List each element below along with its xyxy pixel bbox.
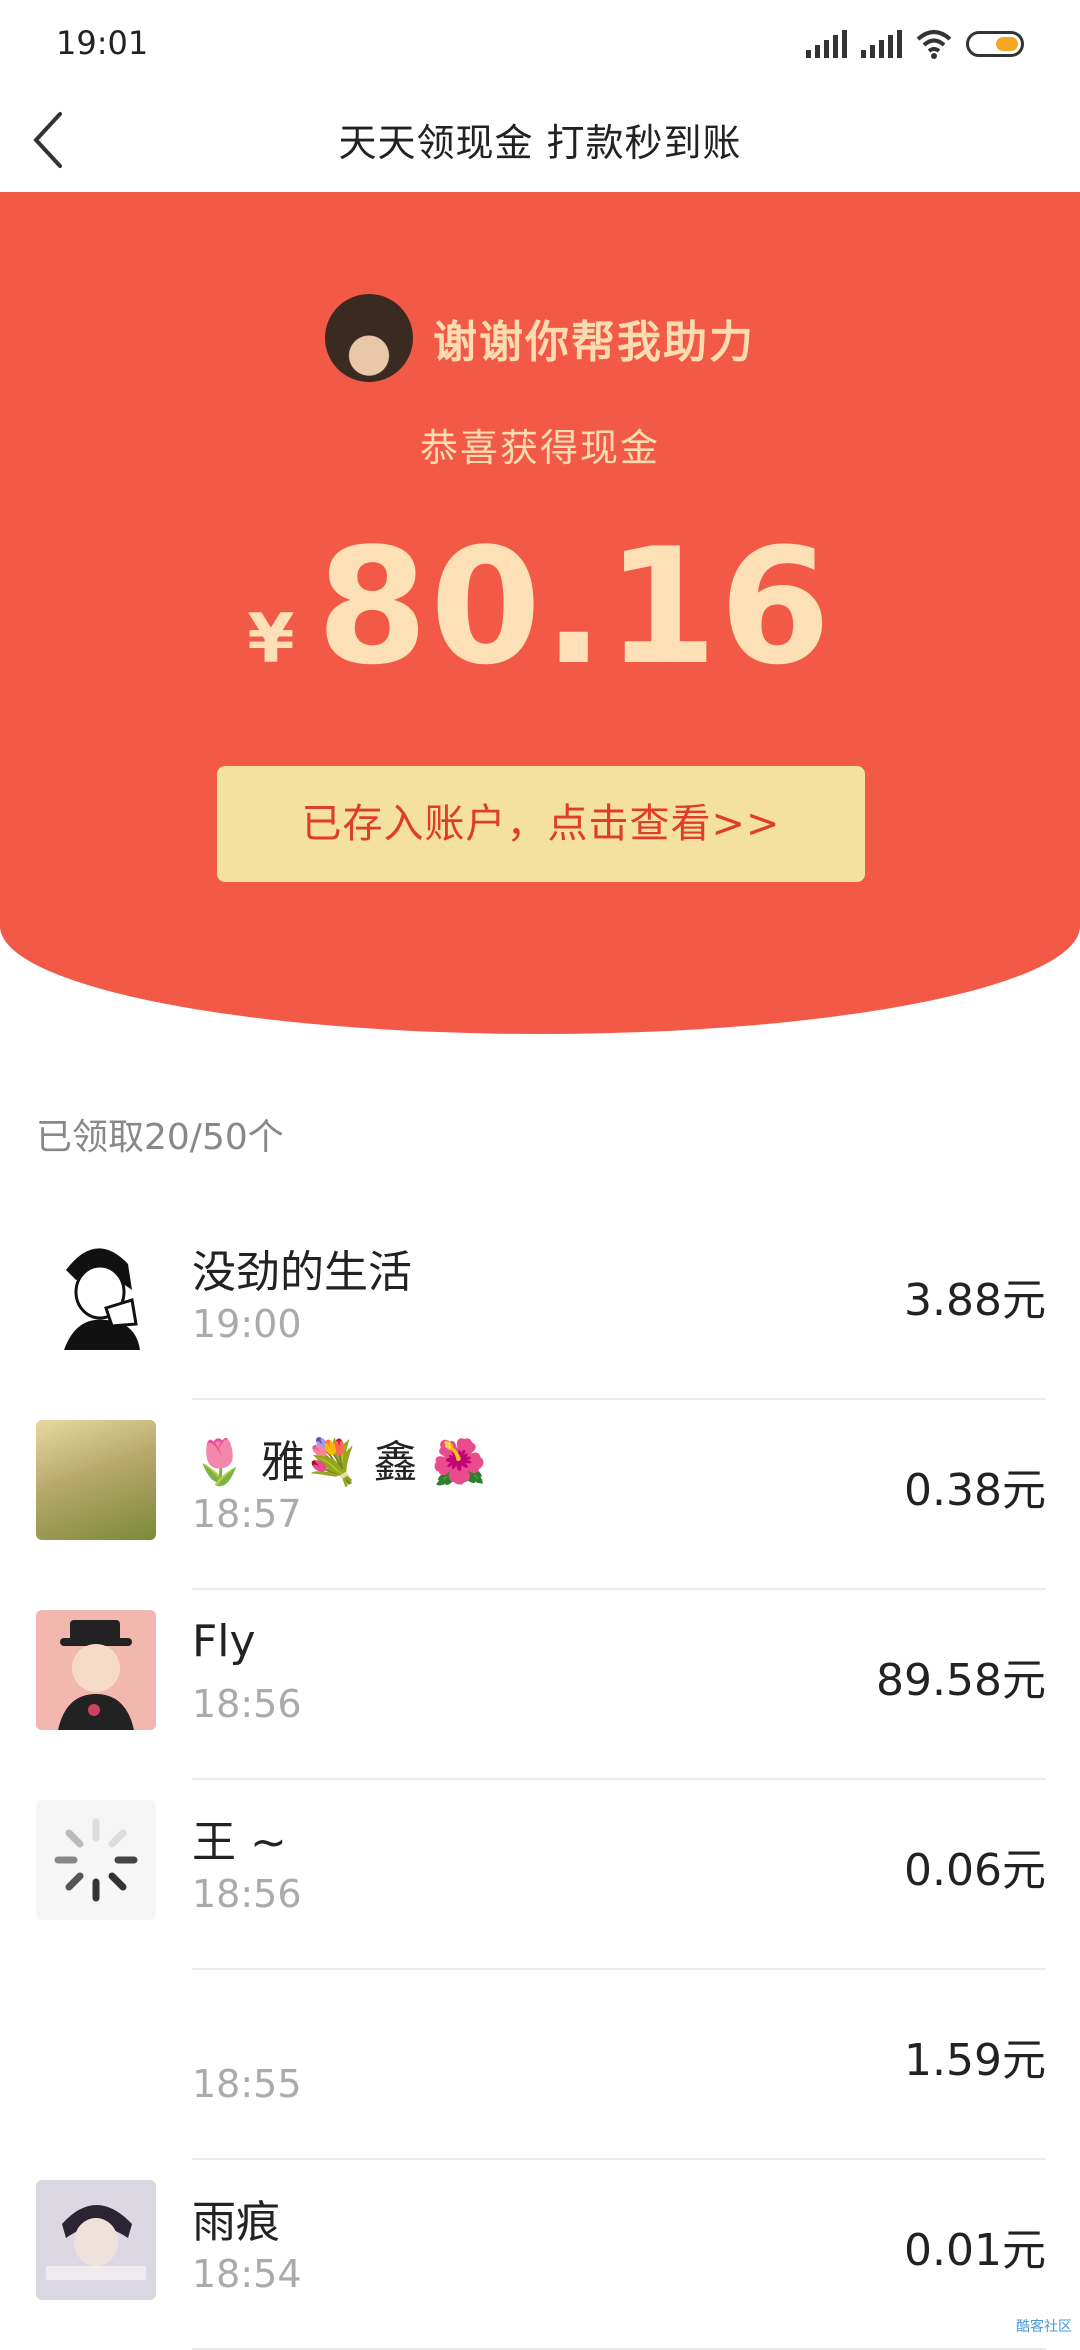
list-item[interactable]: 18:55 1.59元 xyxy=(0,1970,1080,2160)
receive-amount: 0.38元 xyxy=(904,1465,1046,1516)
receiver-name: Fly xyxy=(192,1616,256,1667)
receiver-name: 🌷 雅💐 鑫 🌺 xyxy=(192,1437,487,1488)
received-count: 已领取20/50个 xyxy=(36,1117,284,1158)
receive-amount: 0.06元 xyxy=(904,1845,1046,1896)
receive-amount: 3.88元 xyxy=(904,1275,1046,1326)
avatar xyxy=(36,1610,156,1730)
receive-time: 19:00 xyxy=(192,1302,302,1346)
wifi-icon xyxy=(916,29,952,59)
receive-amount: 1.59元 xyxy=(904,2035,1046,2086)
list-item[interactable]: Fly 18:56 89.58元 xyxy=(0,1590,1080,1780)
receiver-list: 没劲的生活 19:00 3.88元 🌷 雅💐 鑫 🌺 18:57 0.38元 F… xyxy=(0,1210,1080,2350)
battery-icon xyxy=(966,31,1024,57)
reward-amount: ¥ 80.16 xyxy=(0,527,1080,687)
watermark: 酷客社区 xyxy=(1016,2319,1072,2335)
receiver-name: 没劲的生活 xyxy=(192,1247,412,1298)
loading-spinner-icon xyxy=(36,1800,156,1920)
receive-amount: 89.58元 xyxy=(876,1655,1046,1706)
nav-bar: 天天领现金 打款秒到账 xyxy=(0,88,1080,192)
avatar xyxy=(36,2180,156,2300)
list-item[interactable]: 王 ~ 18:56 0.06元 xyxy=(0,1780,1080,1970)
helper-row: 谢谢你帮我助力 xyxy=(0,294,1080,382)
receiver-name: 王 ~ xyxy=(192,1817,287,1868)
receive-time: 18:55 xyxy=(192,2062,302,2106)
receive-time: 18:56 xyxy=(192,1682,302,1726)
page-title: 天天领现金 打款秒到账 xyxy=(338,121,742,165)
list-item[interactable]: 没劲的生活 19:00 3.88元 xyxy=(0,1210,1080,1400)
congrats-text: 恭喜获得现金 xyxy=(419,426,660,470)
receiver-name: 雨痕 xyxy=(192,2197,280,2248)
reward-header: 谢谢你帮我助力 恭喜获得现金 ¥ 80.16 已存入账户，点击查看>> xyxy=(0,192,1080,1034)
amount-value: 80.16 xyxy=(316,513,833,700)
list-item[interactable]: 雨痕 18:54 0.01元 xyxy=(0,2160,1080,2350)
cellular-signal-icon xyxy=(861,30,902,58)
avatar xyxy=(36,1230,156,1350)
status-icons xyxy=(806,22,1024,66)
receive-time: 18:56 xyxy=(192,1872,302,1916)
status-bar: 19:01 xyxy=(0,0,1080,88)
receive-amount: 0.01元 xyxy=(904,2225,1046,2276)
list-item[interactable]: 🌷 雅💐 鑫 🌺 18:57 0.38元 xyxy=(0,1400,1080,1590)
cellular-signal-icon xyxy=(806,30,847,58)
view-account-button[interactable]: 已存入账户，点击查看>> xyxy=(217,766,865,882)
receive-time: 18:54 xyxy=(192,2252,302,2296)
helper-text: 谢谢你帮我助力 xyxy=(433,317,755,368)
avatar xyxy=(325,294,413,382)
status-time: 19:01 xyxy=(56,24,149,62)
receive-time: 18:57 xyxy=(192,1492,302,1536)
avatar xyxy=(36,1420,156,1540)
currency-symbol: ¥ xyxy=(247,600,295,679)
